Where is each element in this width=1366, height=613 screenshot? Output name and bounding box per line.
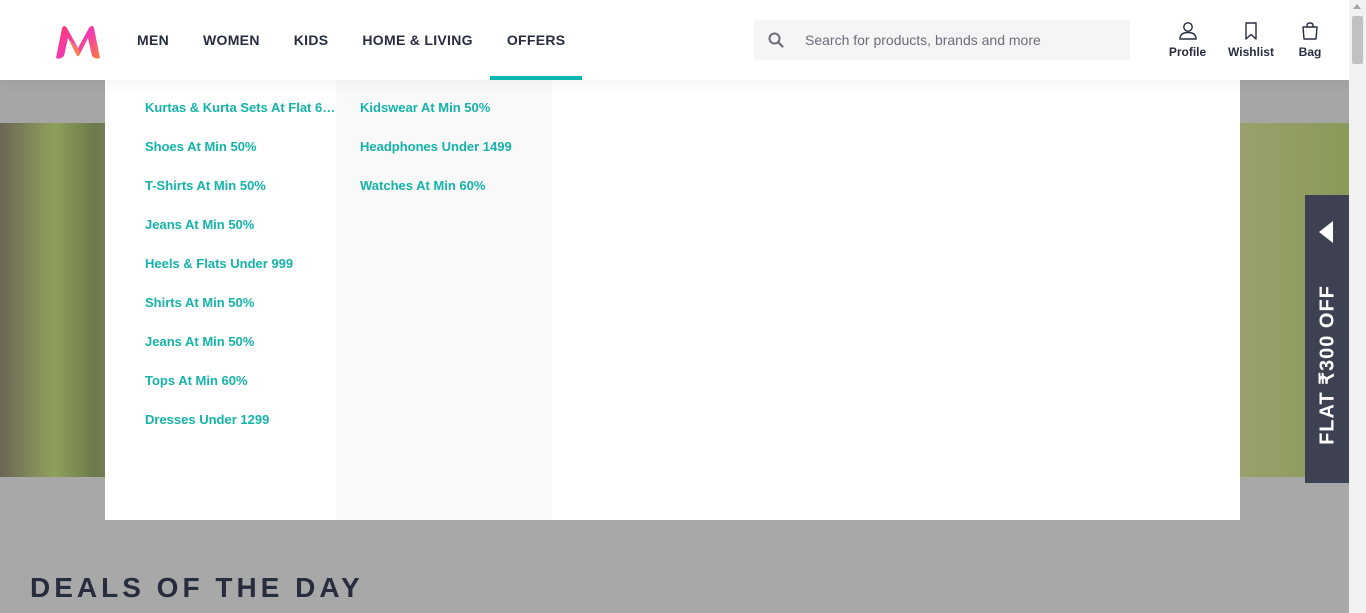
menu-link[interactable]: Tops At Min 60% [145, 371, 336, 410]
wishlist-label: Wishlist [1228, 45, 1274, 59]
menu-link[interactable]: Dresses Under 1299 [145, 410, 336, 449]
nav-home-living[interactable]: HOME & LIVING [345, 0, 489, 80]
offer-tab-text: FLAT ₹300 OFF [1316, 285, 1339, 445]
menu-link[interactable]: Watches At Min 60% [360, 176, 552, 215]
menu-link[interactable]: Jeans At Min 50% [145, 215, 336, 254]
main-nav: MEN WOMEN KIDS HOME & LIVING OFFERS [120, 0, 583, 80]
deals-of-the-day-heading: DEALS OF THE DAY [30, 572, 364, 603]
offers-mega-menu: Kurtas & Kurta Sets At Flat 60% Shoes At… [105, 80, 1240, 520]
search-icon[interactable] [755, 20, 797, 60]
menu-column-2: Kidswear At Min 50% Headphones Under 149… [336, 80, 552, 520]
menu-column-1: Kurtas & Kurta Sets At Flat 60% Shoes At… [105, 80, 336, 520]
myntra-logo-icon [56, 26, 100, 59]
menu-link[interactable]: Shoes At Min 50% [145, 137, 336, 176]
site-header: MEN WOMEN KIDS HOME & LIVING OFFERS Prof… [0, 0, 1349, 80]
search-input[interactable] [797, 21, 1129, 59]
nav-kids[interactable]: KIDS [277, 0, 346, 80]
search-bar [754, 20, 1130, 60]
triangle-left-icon [1319, 221, 1333, 243]
header-actions: Profile Wishlist Bag [1160, 0, 1333, 80]
scroll-up-arrow-icon[interactable] [1353, 4, 1361, 9]
myntra-logo[interactable] [52, 24, 104, 60]
menu-link[interactable]: Kidswear At Min 50% [360, 98, 552, 137]
nav-women[interactable]: WOMEN [186, 0, 277, 80]
menu-link[interactable]: Heels & Flats Under 999 [145, 254, 336, 293]
page-scrollbar[interactable] [1349, 0, 1366, 613]
nav-men[interactable]: MEN [120, 0, 186, 80]
profile-button[interactable]: Profile [1160, 0, 1215, 80]
menu-link[interactable]: Shirts At Min 50% [145, 293, 336, 332]
wishlist-button[interactable]: Wishlist [1215, 0, 1287, 80]
nav-offers[interactable]: OFFERS [489, 0, 583, 80]
menu-link[interactable]: Headphones Under 1499 [360, 137, 552, 176]
profile-label: Profile [1168, 45, 1207, 59]
menu-link[interactable]: Kurtas & Kurta Sets At Flat 60% [145, 98, 336, 137]
bookmark-icon [1245, 22, 1257, 40]
menu-link[interactable]: Jeans At Min 50% [145, 332, 336, 371]
bag-icon [1302, 22, 1318, 40]
flat-offer-tab[interactable]: FLAT ₹300 OFF [1305, 195, 1349, 483]
bag-button[interactable]: Bag [1287, 0, 1333, 80]
menu-link[interactable]: T-Shirts At Min 50% [145, 176, 336, 215]
scroll-thumb[interactable] [1352, 16, 1363, 64]
bag-label: Bag [1298, 45, 1322, 59]
profile-icon [1178, 22, 1197, 40]
